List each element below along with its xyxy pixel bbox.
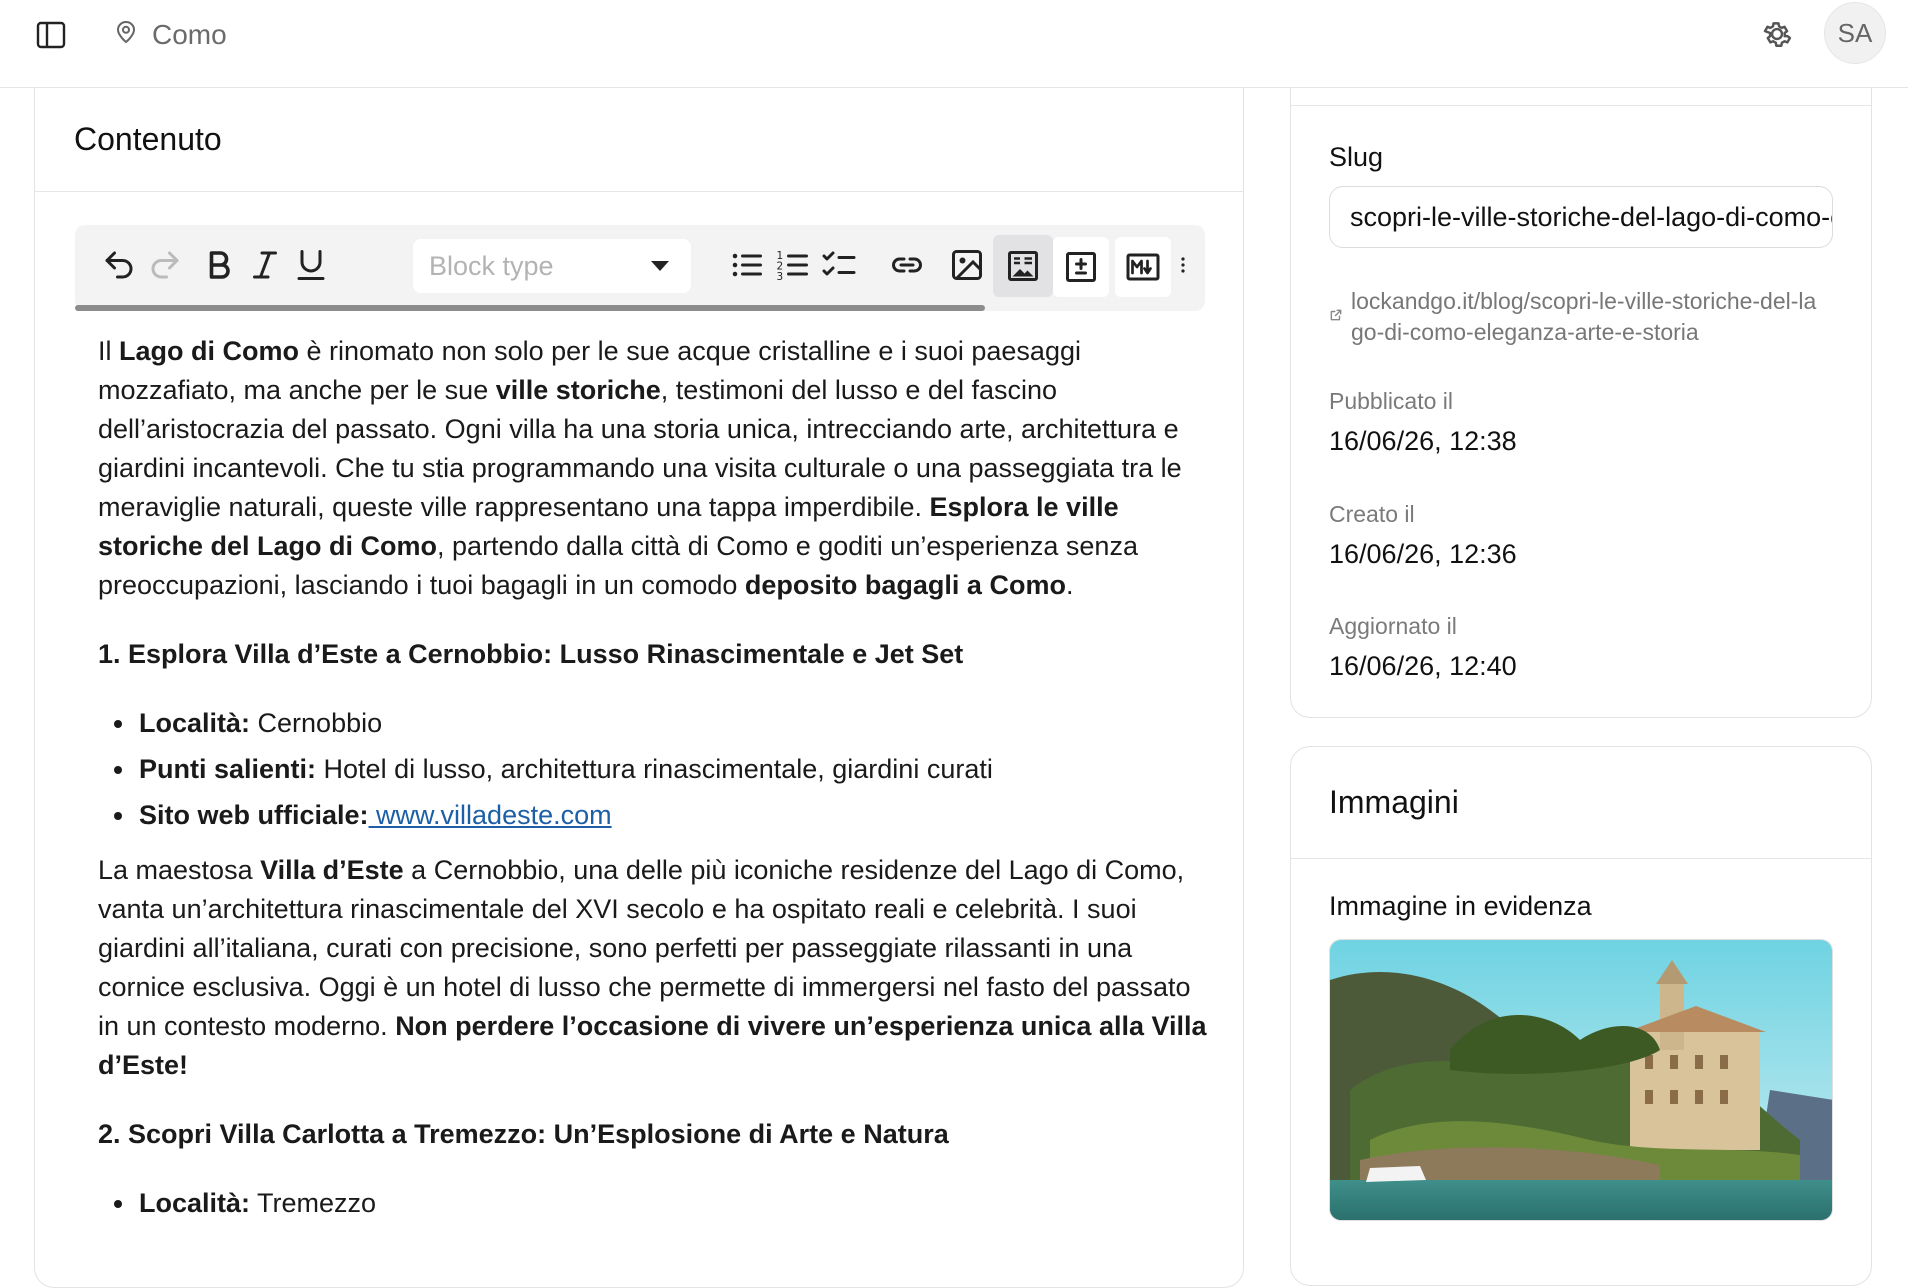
insert-table-icon[interactable] bbox=[1053, 237, 1109, 297]
rich-text-editor[interactable]: Il Lago di Como è rinomato non solo per … bbox=[98, 332, 1218, 1239]
map-pin-icon bbox=[114, 18, 138, 51]
slug-input[interactable]: scopri-le-ville-storiche-del-lago-di-com… bbox=[1329, 186, 1833, 248]
block-type-placeholder: Block type bbox=[429, 250, 554, 281]
sidebar-toggle-icon[interactable] bbox=[36, 20, 66, 50]
bold-icon[interactable] bbox=[199, 245, 239, 285]
created-value: 16/06/26, 12:36 bbox=[1329, 539, 1517, 569]
slug-label: Slug bbox=[1329, 142, 1384, 172]
intro-paragraph: Il Lago di Como è rinomato non solo per … bbox=[98, 336, 1182, 600]
featured-image[interactable] bbox=[1329, 939, 1833, 1221]
undo-icon[interactable] bbox=[99, 245, 139, 285]
public-url[interactable]: lockandgo.it/blog/scopri-le-ville-storic… bbox=[1351, 286, 1829, 348]
content-title: Contenuto bbox=[74, 121, 222, 157]
checklist-icon[interactable] bbox=[819, 245, 859, 285]
toolbar-scrollbar[interactable] bbox=[75, 305, 985, 311]
link-icon[interactable] bbox=[887, 245, 927, 285]
breadcrumb: Como bbox=[114, 18, 227, 51]
image-icon[interactable] bbox=[947, 245, 987, 285]
published-label: Pubblicato il bbox=[1329, 388, 1454, 414]
created-label: Creato il bbox=[1329, 501, 1415, 527]
external-link-icon bbox=[1330, 309, 1342, 321]
redo-icon[interactable] bbox=[145, 245, 185, 285]
published-value: 16/06/26, 12:38 bbox=[1329, 426, 1517, 456]
numbered-list-icon[interactable]: 123 bbox=[773, 245, 813, 285]
location-label[interactable]: Como bbox=[152, 19, 227, 51]
avatar[interactable]: SA bbox=[1824, 2, 1886, 64]
list-item: Località: Tremezzo bbox=[98, 1184, 1218, 1223]
public-url-link[interactable]: lockandgo.it/blog/scopri-le-ville-storic… bbox=[1329, 286, 1829, 348]
list-item: Località: Cernobbio bbox=[98, 704, 1218, 743]
content-card: Contenuto Block type 123 Il Lago di Como… bbox=[34, 88, 1244, 1288]
section-paragraph: La maestosa Villa d’Este a Cernobbio, un… bbox=[98, 855, 1207, 1080]
updated-label: Aggiornato il bbox=[1329, 613, 1457, 639]
content-card-header: Contenuto bbox=[35, 88, 1243, 192]
gear-icon[interactable] bbox=[1760, 17, 1794, 51]
more-options-icon[interactable] bbox=[1175, 245, 1191, 285]
divider bbox=[1291, 105, 1871, 106]
section-heading: 1. Esplora Villa d’Este a Cernobbio: Lus… bbox=[98, 639, 964, 669]
bullet-list-icon[interactable] bbox=[727, 245, 767, 285]
list-item: Punti salienti: Hotel di lusso, architet… bbox=[98, 750, 1218, 789]
section-heading: 2. Scopri Villa Carlotta a Tremezzo: Un’… bbox=[98, 1119, 949, 1149]
block-type-select[interactable]: Block type bbox=[413, 239, 691, 293]
image-embed-icon[interactable] bbox=[993, 235, 1053, 297]
images-card-header: Immagini bbox=[1291, 747, 1871, 859]
svg-text:3: 3 bbox=[777, 271, 784, 283]
metadata-card: Slug scopri-le-ville-storiche-del-lago-d… bbox=[1290, 88, 1872, 718]
markdown-icon[interactable] bbox=[1115, 237, 1171, 297]
images-card: Immagini Immagine in evidenza bbox=[1290, 746, 1872, 1286]
top-bar: Como SA bbox=[0, 0, 1908, 88]
underline-icon[interactable] bbox=[291, 245, 331, 285]
updated-value: 16/06/26, 12:40 bbox=[1329, 651, 1517, 681]
featured-image-label: Immagine in evidenza bbox=[1329, 891, 1592, 921]
italic-icon[interactable] bbox=[245, 245, 285, 285]
chevron-down-icon bbox=[651, 261, 669, 271]
section-list: Località: Tremezzo bbox=[98, 1184, 1218, 1223]
editor-toolbar: Block type 123 bbox=[75, 225, 1205, 311]
website-link[interactable]: www.villadeste.com bbox=[369, 800, 612, 830]
list-item: Sito web ufficiale: www.villadeste.com bbox=[98, 796, 1218, 835]
section-list: Località: Cernobbio Punti salienti: Hote… bbox=[98, 704, 1218, 835]
images-title: Immagini bbox=[1329, 784, 1459, 820]
